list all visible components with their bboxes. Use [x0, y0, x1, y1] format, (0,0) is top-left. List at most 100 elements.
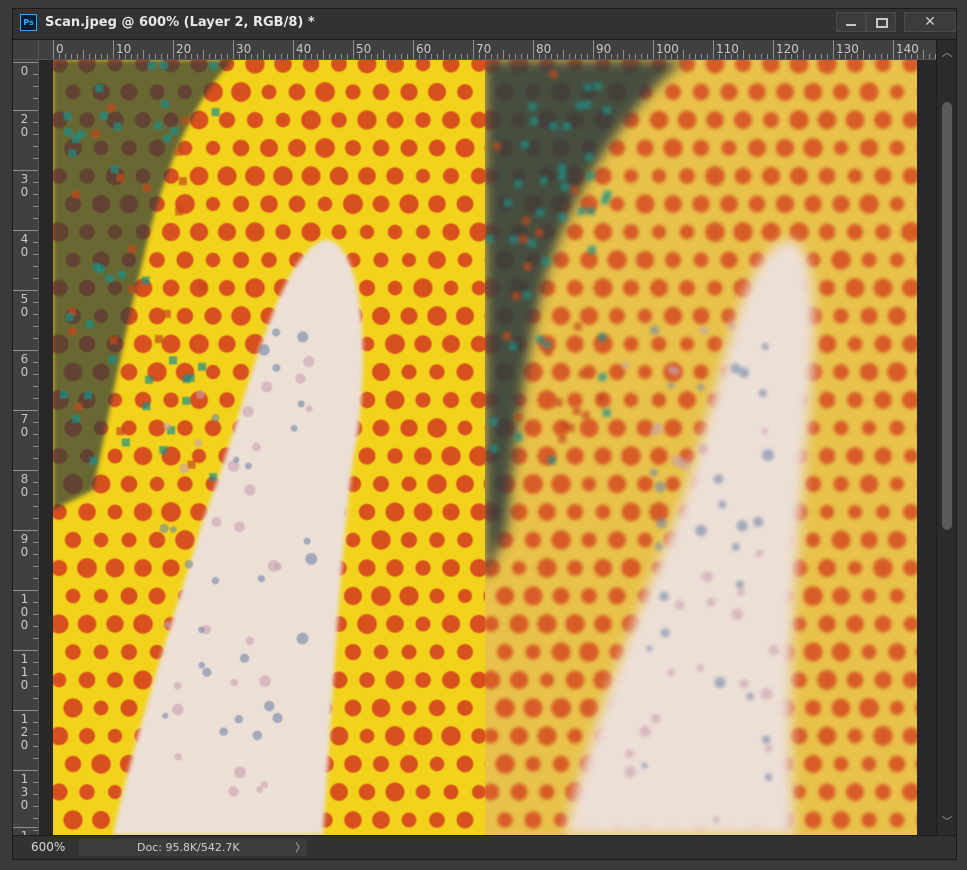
ruler-h-major-tick	[893, 40, 894, 59]
ruler-h-minor-tick	[611, 54, 612, 59]
ruler-h-minor-tick	[749, 54, 750, 59]
ruler-v-minor-tick	[33, 278, 38, 279]
ruler-v-minor-tick	[33, 626, 38, 627]
ruler-h-minor-tick	[269, 54, 270, 59]
ruler-v-minor-tick	[33, 734, 38, 735]
ruler-h-minor-tick	[659, 54, 660, 59]
horizontal-ruler[interactable]: 0 10 20 30 40 50 60 70 80 90 100 110 120 130 140	[39, 40, 936, 60]
ruler-h-minor-tick	[851, 54, 852, 59]
ruler-h-minor-tick	[809, 54, 810, 59]
ruler-v-minor-tick	[33, 326, 38, 327]
ruler-h-minor-tick	[515, 54, 516, 59]
ruler-h-minor-tick	[605, 54, 606, 59]
ruler-h-minor-tick	[719, 54, 720, 59]
ruler-h-major-tick	[713, 40, 714, 59]
ruler-v-minor-tick	[33, 230, 38, 231]
ruler-v-label: 90	[20, 532, 29, 559]
ruler-origin-corner[interactable]	[13, 40, 39, 60]
chevron-right-icon[interactable]: 〉	[295, 839, 306, 856]
ruler-v-minor-tick	[33, 218, 38, 219]
maximize-button[interactable]	[866, 12, 896, 32]
ruler-h-minor-tick	[131, 54, 132, 59]
zoom-level-field[interactable]: 600%	[19, 839, 73, 856]
ruler-h-minor-tick	[917, 54, 918, 59]
ruler-v-minor-tick	[33, 398, 38, 399]
ruler-v-minor-tick	[33, 602, 38, 603]
ruler-v-minor-tick	[33, 710, 38, 711]
ruler-h-minor-tick	[737, 54, 738, 59]
vertical-ruler[interactable]: 020304050607080901001101201301	[13, 60, 39, 835]
ruler-h-minor-tick	[251, 54, 252, 59]
ruler-h-major-tick	[113, 40, 114, 59]
ruler-v-label: 100	[20, 592, 29, 632]
scrollbar-thumb[interactable]	[942, 102, 952, 530]
ruler-h-minor-tick	[437, 54, 438, 59]
ruler-v-minor-tick	[33, 362, 38, 363]
ruler-v-minor-tick	[33, 614, 38, 615]
ruler-h-minor-tick	[197, 54, 198, 59]
ruler-v-minor-tick	[33, 206, 38, 207]
ruler-v-label: 80	[20, 472, 29, 499]
ruler-h-minor-tick	[425, 54, 426, 59]
ruler-h-minor-tick	[797, 54, 798, 59]
ruler-h-minor-tick	[455, 54, 456, 59]
ruler-v-minor-tick	[33, 638, 38, 639]
ruler-h-major-tick	[833, 40, 834, 59]
image-panel-sharp-halftone	[53, 60, 485, 835]
ruler-v-minor-tick	[33, 242, 38, 243]
ruler-v-minor-tick	[33, 86, 38, 87]
ruler-h-minor-tick	[857, 54, 858, 59]
ruler-v-minor-tick	[33, 662, 38, 663]
ruler-h-minor-tick	[377, 54, 378, 59]
ruler-v-minor-tick	[33, 374, 38, 375]
ruler-h-minor-tick	[467, 54, 468, 59]
ruler-h-minor-tick	[623, 50, 624, 59]
ruler-h-minor-tick	[923, 50, 924, 59]
title-bar[interactable]: Ps Scan.jpeg @ 600% (Layer 2, RGB/8) * ✕	[13, 9, 956, 40]
canvas-area[interactable]	[39, 60, 936, 835]
ruler-v-minor-tick	[33, 806, 38, 807]
ruler-h-minor-tick	[743, 50, 744, 59]
ruler-v-minor-tick	[33, 446, 38, 447]
ruler-v-label: 40	[20, 232, 29, 259]
ruler-v-minor-tick	[33, 650, 38, 651]
ruler-h-minor-tick	[335, 54, 336, 59]
ruler-h-minor-tick	[671, 54, 672, 59]
ruler-v-minor-tick	[33, 554, 38, 555]
document-info[interactable]: Doc: 95.8K/542.7K	[79, 839, 307, 856]
ruler-h-minor-tick	[509, 54, 510, 59]
ruler-h-minor-tick	[785, 54, 786, 59]
ruler-v-minor-tick	[33, 386, 38, 387]
ruler-h-minor-tick	[929, 54, 930, 59]
ruler-h-minor-tick	[581, 54, 582, 59]
minimize-button[interactable]	[836, 12, 866, 32]
ruler-v-minor-tick	[33, 818, 38, 819]
ruler-h-minor-tick	[899, 54, 900, 59]
ruler-v-label: 60	[20, 352, 29, 379]
image-panel-blurred-halftone	[485, 60, 917, 835]
ruler-v-minor-tick	[33, 482, 38, 483]
ruler-v-minor-tick	[33, 530, 38, 531]
ruler-h-major-tick	[353, 40, 354, 59]
ruler-h-minor-tick	[107, 54, 108, 59]
ruler-h-minor-tick	[677, 54, 678, 59]
ruler-v-minor-tick	[33, 722, 38, 723]
close-button[interactable]: ✕	[904, 12, 956, 32]
vertical-scrollbar[interactable]: ︿ ﹀	[936, 40, 956, 835]
ruler-v-minor-tick	[33, 74, 38, 75]
ruler-h-minor-tick	[203, 50, 204, 59]
ruler-v-minor-tick	[33, 782, 38, 783]
scroll-up-icon[interactable]: ︿	[937, 44, 957, 62]
ruler-v-minor-tick	[33, 578, 38, 579]
ruler-h-minor-tick	[281, 54, 282, 59]
ruler-v-minor-tick	[33, 470, 38, 471]
ruler-h-minor-tick	[683, 50, 684, 59]
ruler-h-minor-tick	[545, 54, 546, 59]
ruler-h-minor-tick	[647, 54, 648, 59]
ruler-v-minor-tick	[33, 458, 38, 459]
ruler-h-minor-tick	[323, 50, 324, 59]
ruler-h-minor-tick	[329, 54, 330, 59]
ruler-h-minor-tick	[821, 54, 822, 59]
ruler-h-minor-tick	[485, 54, 486, 59]
scroll-down-icon[interactable]: ﹀	[937, 813, 957, 831]
